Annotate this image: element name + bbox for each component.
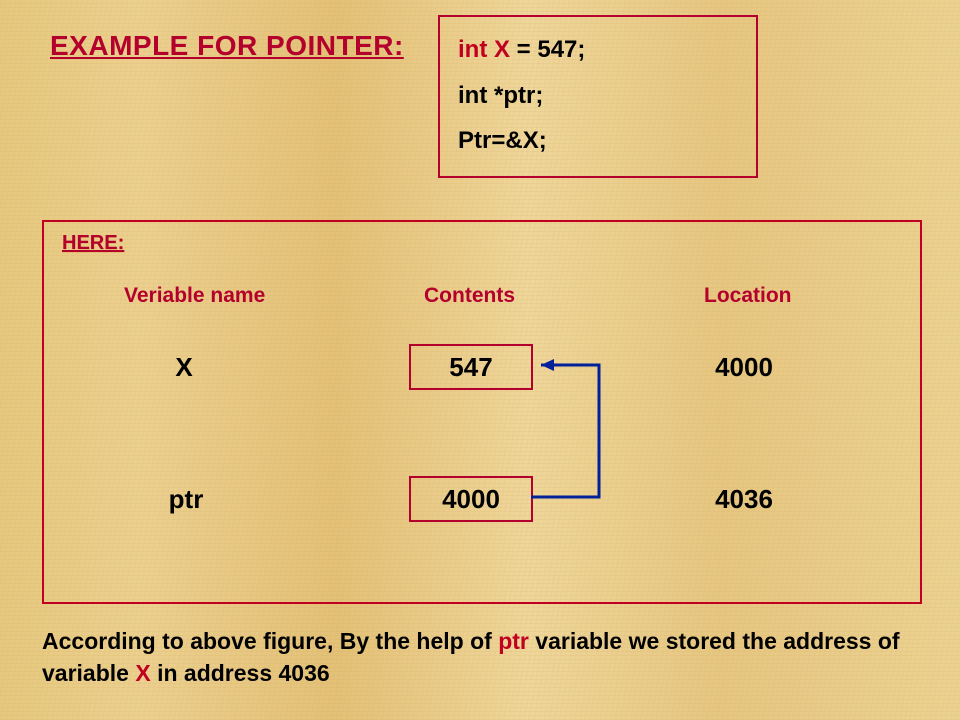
page-title: EXAMPLE FOR POINTER: <box>50 30 404 62</box>
location-ptr: 4036 <box>704 484 784 515</box>
var-name-ptr: ptr <box>156 484 216 515</box>
col-location: Location <box>704 284 792 308</box>
caption-fragment: in address 4036 <box>157 660 330 686</box>
contents-box-x: 547 <box>409 344 533 390</box>
diagram-panel: HERE: Veriable name Contents Location X … <box>42 220 922 604</box>
code-box: int X = 547; int *ptr; Ptr=&X; <box>438 15 758 178</box>
code-line-1: int X = 547; <box>458 27 738 73</box>
code-line-3: Ptr=&X; <box>458 118 738 164</box>
code-red-fragment: int X <box>458 36 510 63</box>
caption-fragment: According to above figure, By the help o… <box>42 628 498 654</box>
contents-box-ptr: 4000 <box>409 476 533 522</box>
pointer-arrow-icon <box>44 222 920 602</box>
caption-x: X <box>135 660 150 686</box>
col-contents: Contents <box>424 284 515 308</box>
caption-ptr: ptr <box>498 628 529 654</box>
code-line-2: int *ptr; <box>458 73 738 119</box>
code-fragment: = 547; <box>510 36 585 63</box>
caption-text: According to above figure, By the help o… <box>42 625 918 689</box>
here-label: HERE: <box>62 232 124 255</box>
var-name-x: X <box>164 352 204 383</box>
location-x: 4000 <box>704 352 784 383</box>
col-variable-name: Veriable name <box>124 284 265 308</box>
